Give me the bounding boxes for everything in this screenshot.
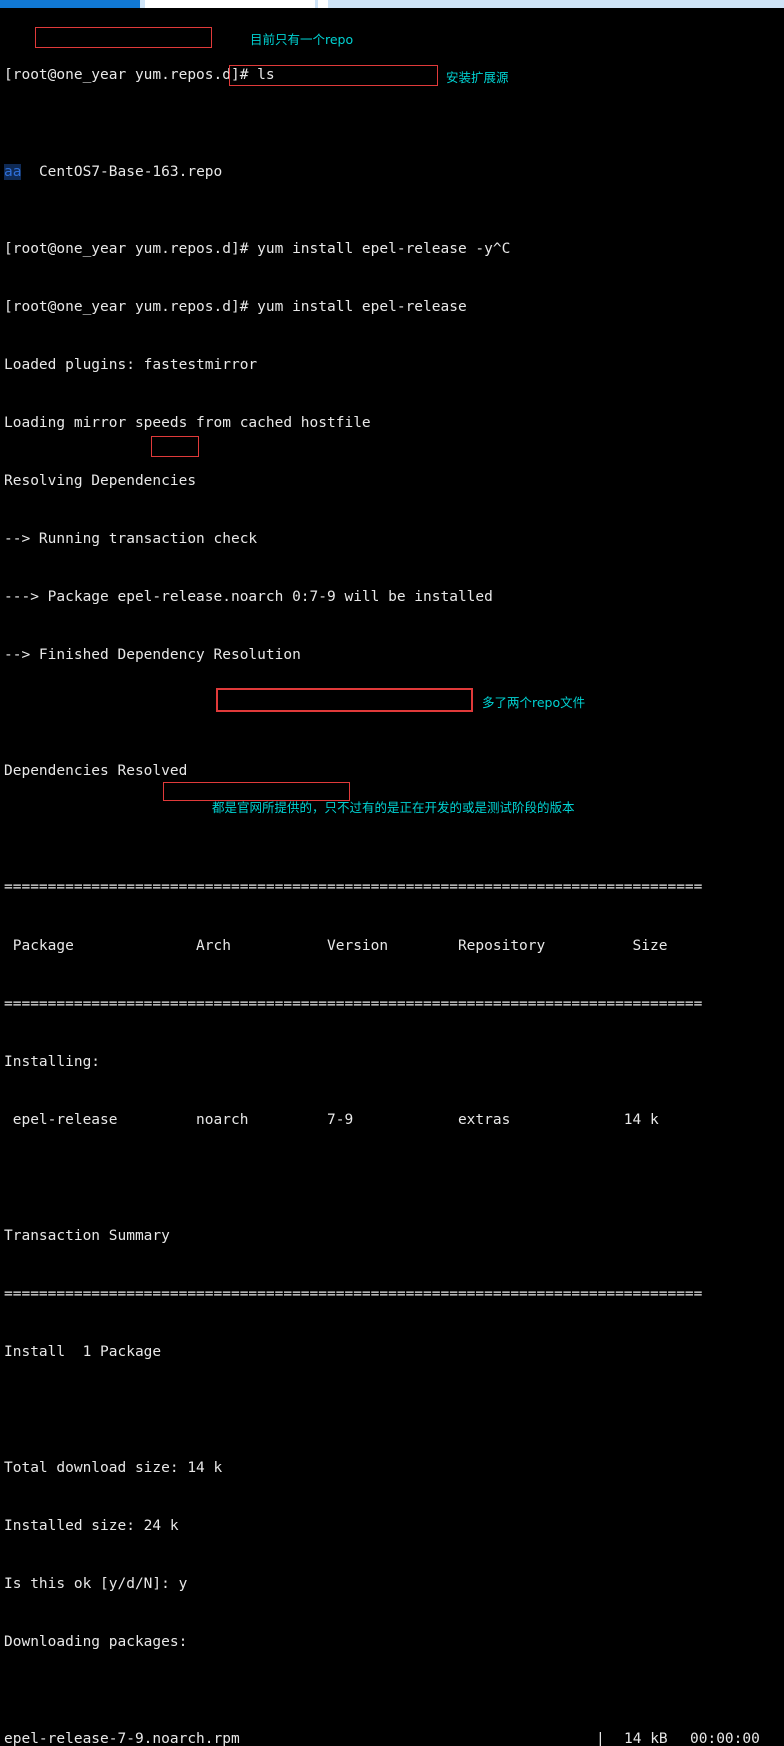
- terminal-separator: ========================================…: [4, 879, 703, 896]
- annotation-install-source: 安装扩展源: [446, 70, 509, 85]
- terminal-line-ls-output-1: aa CentOS7-Base-163.repo: [0, 163, 784, 182]
- terminal-output[interactable]: [root@one_year yum.repos.d]# ls aa CentO…: [0, 8, 784, 1746]
- terminal-line: Loaded plugins: fastestmirror: [4, 357, 258, 374]
- terminal-line: --> Running transaction check: [4, 531, 258, 548]
- terminal-line: [root@one_year yum.repos.d]# ls: [4, 67, 275, 84]
- browser-chrome-strip: [0, 0, 784, 8]
- terminal-line: Install 1 Package: [4, 1343, 162, 1360]
- terminal-line: Installing:: [4, 1053, 101, 1070]
- terminal-separator: ========================================…: [4, 1285, 703, 1302]
- browser-tab-inactive-2[interactable]: [318, 0, 328, 8]
- terminal-line: Downloading packages:: [4, 1633, 188, 1650]
- table-header-row: Package Arch Version Repository Size: [4, 937, 668, 954]
- download-progress-bar: |: [596, 1730, 605, 1746]
- terminal-line: ---> Package epel-release.noarch 0:7-9 w…: [4, 589, 493, 606]
- terminal-line: Loading mirror speeds from cached hostfi…: [4, 415, 371, 432]
- terminal-line: Dependencies Resolved: [4, 763, 188, 780]
- annotation-two-new-repos: 多了两个repo文件: [482, 695, 586, 710]
- terminal-line: Total download size: 14 k: [4, 1459, 223, 1476]
- browser-tab-active[interactable]: [0, 0, 140, 8]
- browser-tab-inactive[interactable]: [145, 0, 315, 8]
- terminal-separator: ========================================…: [4, 995, 703, 1012]
- download-size: 14 kB: [624, 1730, 668, 1746]
- annotation-only-one-repo: 目前只有一个repo: [250, 32, 354, 47]
- terminal-line: Transaction Summary: [4, 1227, 170, 1244]
- table-row: epel-release noarch 7-9 extras 14 k: [4, 1111, 659, 1128]
- terminal-line-confirm-prompt: Is this ok [y/d/N]: y: [4, 1575, 188, 1592]
- terminal-line: --> Finished Dependency Resolution: [4, 647, 301, 664]
- rpm-file-name: epel-release-7-9.noarch.rpm: [4, 1730, 240, 1746]
- terminal-line-download: epel-release-7-9.noarch.rpm | 14 kB 00:00:0…: [0, 1730, 784, 1746]
- terminal-line: Resolving Dependencies: [4, 473, 197, 490]
- file-entry-centos-repo[interactable]: CentOS7-Base-163.repo: [39, 164, 222, 180]
- terminal-line-command: [root@one_year yum.repos.d]# yum install…: [4, 299, 467, 316]
- terminal-line: Installed size: 24 k: [4, 1517, 179, 1534]
- annotation-mirrorlist-note: 都是官网所提供的，只不过有的是正在开发的或是测试阶段的版本: [212, 800, 575, 815]
- download-time: 00:00:00: [690, 1730, 760, 1746]
- dir-entry-aa[interactable]: aa: [4, 163, 22, 180]
- terminal-line: [root@one_year yum.repos.d]# yum install…: [4, 241, 511, 258]
